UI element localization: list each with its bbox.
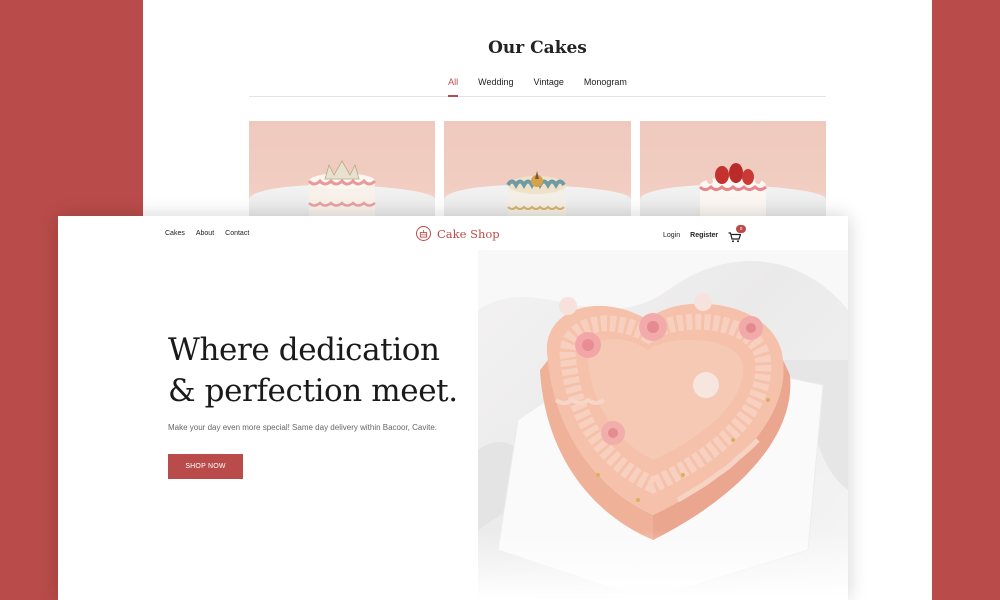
hero-title-line-1: Where dedication	[168, 332, 440, 368]
hero-title: Where dedication & perfection meet.	[168, 330, 468, 412]
home-page: Cakes About Contact Cake Shop Login Regi…	[58, 216, 848, 600]
tab-vintage[interactable]: Vintage	[523, 75, 573, 96]
cake-grid	[249, 121, 826, 221]
nav-link-about[interactable]: About	[196, 230, 214, 237]
section-title: Our Cakes	[488, 38, 587, 58]
cake-card-teal[interactable]	[444, 121, 631, 221]
tab-monogram[interactable]: Monogram	[574, 75, 637, 96]
cart-icon[interactable]: 0	[728, 225, 747, 243]
main-nav: Cakes About Contact	[165, 230, 249, 237]
shop-now-button[interactable]: SHOP NOW	[168, 454, 243, 479]
register-link[interactable]: Register	[690, 232, 718, 239]
login-link[interactable]: Login	[663, 232, 680, 239]
brand[interactable]: Cake Shop	[416, 226, 500, 241]
cart-count-badge: 0	[736, 225, 747, 233]
cake-logo-icon	[416, 226, 431, 241]
nav-link-contact[interactable]: Contact	[225, 230, 249, 237]
cake-image	[506, 171, 567, 221]
category-tabs: All Wedding Vintage Monogram	[249, 75, 826, 97]
cake-image	[698, 163, 767, 221]
hero-cake-image	[478, 250, 848, 600]
cake-image	[308, 160, 377, 221]
hero-title-line-2: & perfection meet.	[168, 373, 458, 409]
cake-card-crown[interactable]	[249, 121, 436, 221]
brand-name: Cake Shop	[437, 226, 500, 241]
account-nav: Login Register 0	[663, 225, 747, 243]
nav-link-cakes[interactable]: Cakes	[165, 230, 185, 237]
tab-all[interactable]: All	[438, 75, 468, 96]
hero-subtitle: Make your day even more special! Same da…	[168, 423, 438, 432]
tab-wedding[interactable]: Wedding	[468, 75, 523, 96]
cake-card-strawberry[interactable]	[639, 121, 826, 221]
